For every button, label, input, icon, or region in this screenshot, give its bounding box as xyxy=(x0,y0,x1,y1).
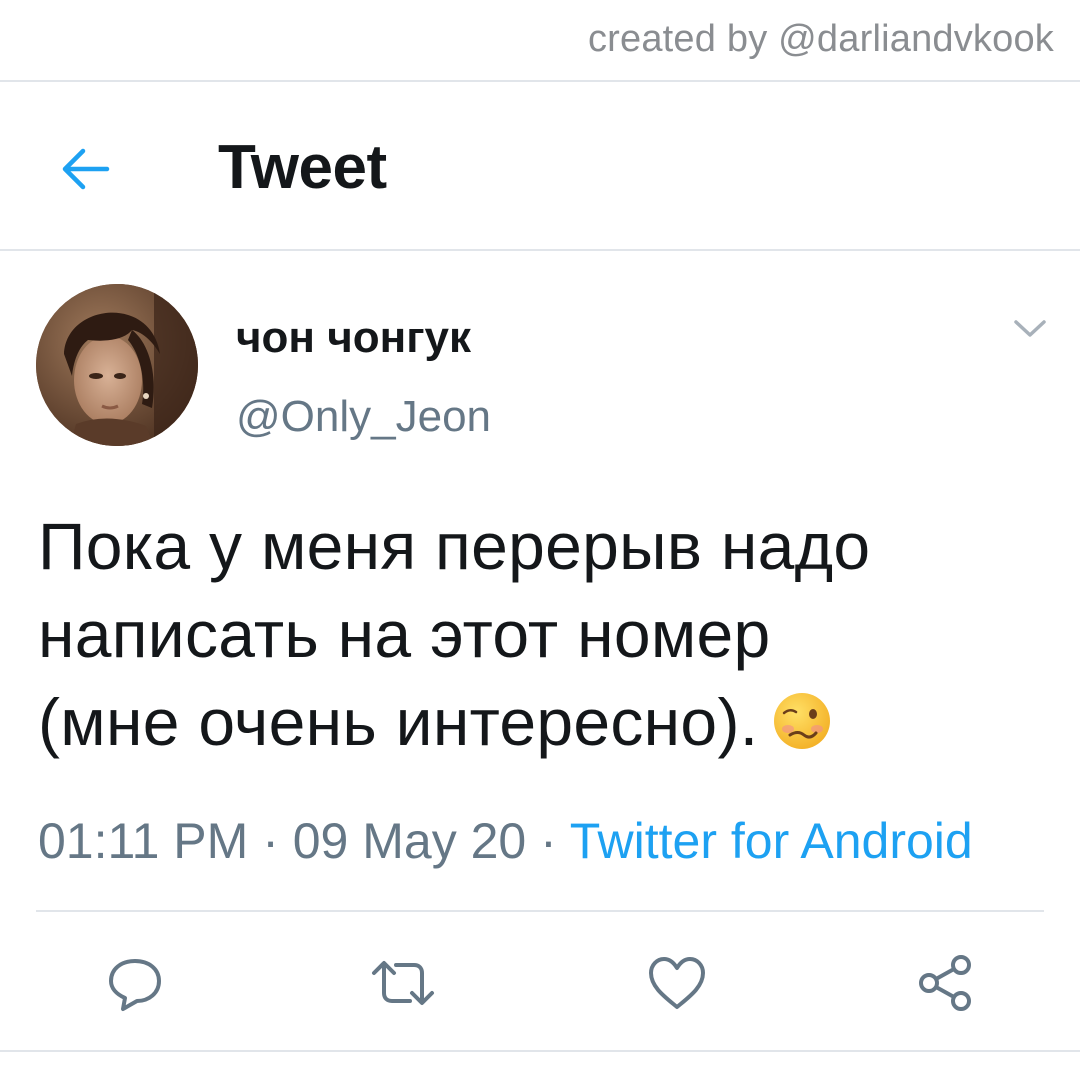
meta-separator: · xyxy=(248,813,293,869)
tweet-text-line: Пока у меня перерыв надо xyxy=(38,509,871,583)
tweet-text: Пока у меня перерыв надо написать на это… xyxy=(38,502,1048,766)
tweet-header: Tweet xyxy=(0,84,1080,250)
user-handle[interactable]: @Only_Jeon xyxy=(236,392,491,442)
share-icon xyxy=(919,955,971,1011)
tweet-text-line: написать на этот номер xyxy=(38,597,771,671)
back-button[interactable] xyxy=(58,142,112,196)
tweet-meta: 01:11 PM · 09 May 20 · Twitter for Andro… xyxy=(38,812,973,870)
tweet-time: 01:11 PM xyxy=(38,813,249,869)
tweet-date: 09 May 20 xyxy=(292,813,527,869)
retweet-icon xyxy=(372,961,434,1005)
retweet-button[interactable] xyxy=(368,948,438,1018)
header-divider xyxy=(0,249,1080,251)
arrow-left-icon xyxy=(62,148,110,190)
tweet-actions xyxy=(0,948,1080,1018)
chevron-down-icon xyxy=(1014,320,1046,337)
actions-divider xyxy=(36,910,1044,912)
like-button[interactable] xyxy=(642,948,712,1018)
tweet-text-line: (мне очень интересно). xyxy=(38,678,1048,766)
tweet-source-link[interactable]: Twitter for Android xyxy=(570,813,973,869)
like-icon xyxy=(649,957,705,1009)
share-button[interactable] xyxy=(910,948,980,1018)
top-divider xyxy=(0,80,1080,82)
display-name[interactable]: чон чонгук xyxy=(236,313,471,363)
page-title: Tweet xyxy=(218,133,387,202)
tweet-text-line-content: (мне очень интересно). xyxy=(38,685,759,759)
more-options-button[interactable] xyxy=(1010,312,1050,346)
reply-icon xyxy=(109,959,161,1011)
avatar-image xyxy=(36,284,198,446)
watermark-credit: created by @darliandvkook xyxy=(587,18,1054,60)
bottom-divider xyxy=(0,1050,1080,1052)
woozy-face-emoji-icon xyxy=(774,693,831,749)
meta-separator: · xyxy=(526,813,570,869)
reply-button[interactable] xyxy=(100,948,170,1018)
avatar[interactable] xyxy=(36,284,198,446)
